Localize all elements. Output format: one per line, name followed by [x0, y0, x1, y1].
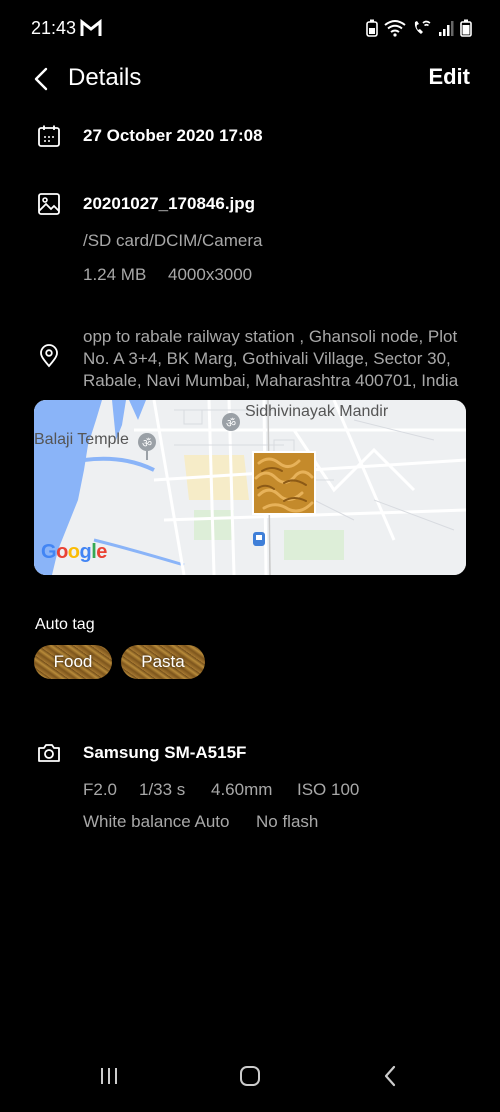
image-icon	[37, 192, 61, 216]
file-size: 1.24 MB	[83, 265, 147, 284]
gmail-icon	[80, 18, 102, 38]
battery-saver-icon	[366, 19, 378, 37]
map-place-balaji-temple: Balaji Temple	[34, 431, 129, 448]
camera-model: Samsung SM-A515F	[83, 743, 247, 762]
chevron-left-icon	[34, 67, 48, 91]
date-taken: 27 October 2020 17:08	[83, 126, 263, 145]
flash-value: No flash	[256, 812, 319, 831]
shutter-speed-value: 1/33 s	[139, 780, 186, 799]
photo-thumbnail	[252, 451, 316, 515]
auto-tag-label: Auto tag	[35, 616, 95, 633]
iso-value: ISO 100	[297, 780, 360, 799]
battery-icon	[460, 19, 472, 37]
tag-chip-pasta[interactable]: Pasta	[121, 645, 205, 679]
file-resolution: 4000x3000	[168, 265, 253, 284]
map-place-sidhivinayak: Sidhivinayak Mandir	[245, 403, 389, 420]
back-arrow-icon	[384, 1065, 396, 1087]
aperture-value: F2.0	[83, 780, 118, 799]
page-title: Details	[68, 64, 142, 91]
location-pin-icon	[37, 344, 61, 368]
status-bar: 21:43	[0, 0, 500, 58]
white-balance-value: White balance Auto	[83, 812, 230, 831]
edit-button[interactable]: Edit	[428, 64, 470, 90]
file-path: /SD card/DCIM/Camera	[83, 231, 263, 250]
status-time: 21:43	[31, 18, 77, 38]
calendar-icon	[37, 124, 61, 148]
home-button[interactable]	[220, 1040, 280, 1112]
location-address: opp to rabale railway station , Ghansoli…	[83, 327, 459, 390]
signal-icon	[438, 19, 454, 37]
app-bar: Details Edit	[0, 58, 500, 100]
tag-chip-label: Food	[53, 652, 93, 671]
focal-length-value: 4.60mm	[211, 780, 273, 799]
svg-text:ॐ: ॐ	[226, 417, 236, 430]
google-logo: Google	[41, 541, 107, 563]
wifi-call-icon	[412, 19, 432, 37]
back-button[interactable]	[26, 62, 56, 96]
recent-apps-button[interactable]	[80, 1040, 140, 1112]
nav-back-button[interactable]	[360, 1040, 420, 1112]
camera-icon	[37, 741, 61, 765]
system-navigation-bar	[0, 1040, 500, 1112]
file-name: 20201027_170846.jpg	[83, 194, 256, 213]
tag-chip-label: Pasta	[141, 652, 185, 671]
recent-apps-icon	[101, 1068, 117, 1084]
tag-chip-food[interactable]: Food	[34, 645, 112, 679]
location-map[interactable]: ॐ ॐ Sidhivinayak Mandir Balaji Temple Go…	[34, 400, 466, 575]
home-icon	[240, 1066, 260, 1086]
wifi-icon	[384, 19, 406, 37]
svg-text:ॐ: ॐ	[142, 437, 152, 450]
status-icons	[366, 18, 472, 38]
